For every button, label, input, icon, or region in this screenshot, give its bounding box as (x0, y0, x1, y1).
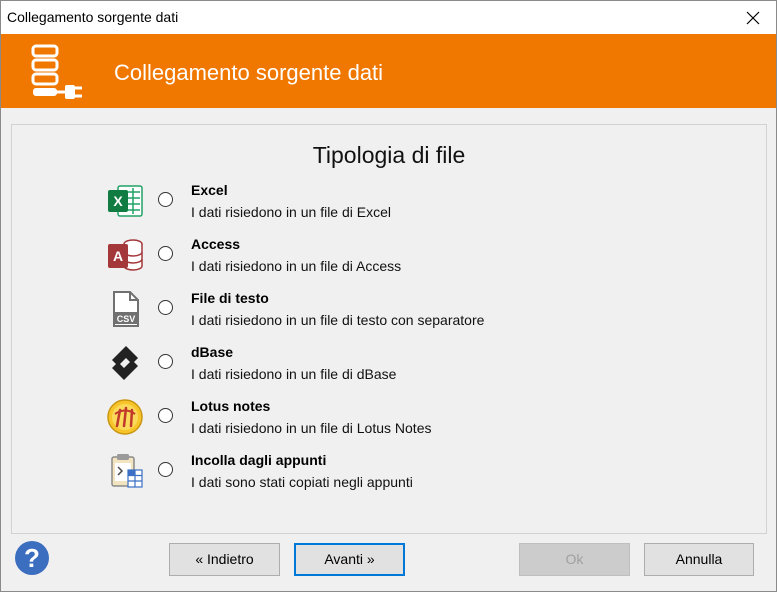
option-text-file[interactable]: CSV File di testo I dati risiedono in un… (12, 290, 766, 340)
help-icon[interactable]: ? (14, 540, 50, 576)
option-description: I dati risiedono in un file di Lotus Not… (191, 420, 432, 436)
option-dbase[interactable]: dBase I dati risiedono in un file di dBa… (12, 344, 766, 394)
svg-text:CSV: CSV (117, 314, 136, 324)
lotus-notes-radio[interactable] (158, 408, 173, 423)
cancel-button[interactable]: Annulla (644, 543, 754, 576)
option-lotus-notes[interactable]: Lotus notes I dati risiedono in un file … (12, 398, 766, 448)
data-source-plug-icon (31, 44, 82, 99)
option-description: I dati risiedono in un file di dBase (191, 366, 397, 382)
title-bar: Collegamento sorgente dati (1, 1, 776, 34)
option-description: I dati risiedono in un file di Access (191, 258, 402, 274)
csv-file-icon: CSV (113, 291, 139, 327)
dialog-window: Collegamento sorgente dati Collegamento … (0, 0, 777, 592)
option-access[interactable]: A Access I dati risiedono in un file di … (12, 236, 766, 286)
access-icon: A (108, 239, 143, 271)
back-button[interactable]: « Indietro (169, 543, 280, 576)
svg-text:?: ? (24, 543, 40, 573)
ok-button[interactable]: Ok (519, 543, 630, 576)
option-name: Access (191, 236, 241, 252)
header-banner: Collegamento sorgente dati (1, 34, 776, 108)
option-description: I dati risiedono in un file di testo con… (191, 312, 485, 328)
option-name: Incolla dagli appunti (191, 452, 327, 468)
file-type-panel: Tipologia di file X Excel I dati risiedo… (11, 124, 767, 534)
option-clipboard[interactable]: Incolla dagli appunti I dati sono stati … (12, 452, 766, 502)
option-name: Excel (191, 182, 228, 198)
next-button[interactable]: Avanti » (294, 543, 405, 576)
excel-icon: X (108, 185, 143, 217)
svg-text:X: X (113, 193, 123, 209)
text-file-radio[interactable] (158, 300, 173, 315)
option-name: dBase (191, 344, 234, 360)
option-description: I dati risiedono in un file di Excel (191, 204, 391, 220)
clipboard-icon (111, 454, 143, 488)
access-radio[interactable] (158, 246, 173, 261)
option-description: I dati sono stati copiati negli appunti (191, 474, 413, 490)
clipboard-radio[interactable] (158, 462, 173, 477)
dbase-radio[interactable] (158, 354, 173, 369)
banner-heading: Collegamento sorgente dati (114, 60, 384, 85)
svg-text:A: A (113, 248, 123, 264)
close-icon (746, 11, 760, 24)
window-title: Collegamento sorgente dati (7, 9, 179, 25)
excel-radio[interactable] (158, 192, 173, 207)
dbase-icon (112, 346, 138, 380)
option-name: Lotus notes (191, 398, 271, 414)
option-name: File di testo (191, 290, 269, 306)
lotus-notes-icon (107, 399, 143, 435)
option-excel[interactable]: X Excel I dati risiedono in un file di E… (12, 182, 766, 232)
close-button[interactable] (730, 1, 776, 34)
panel-title: Tipologia di file (312, 142, 466, 168)
